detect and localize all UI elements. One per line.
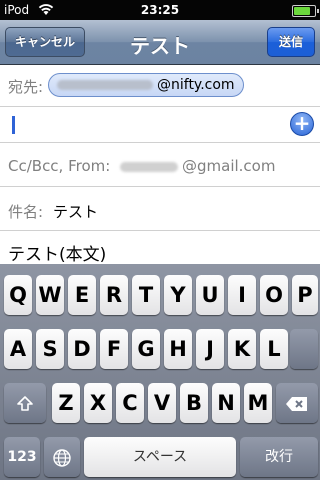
key-x[interactable]: X <box>84 383 112 423</box>
add-contact-icon[interactable]: + <box>290 112 314 136</box>
key-a[interactable]: A <box>4 329 32 369</box>
recipient-chip[interactable]: @nifty.com <box>48 73 244 97</box>
message-body[interactable]: テスト(本文) <box>8 240 106 265</box>
backspace-icon <box>285 383 309 423</box>
key-u[interactable]: U <box>196 275 224 315</box>
delete-key[interactable] <box>276 383 318 423</box>
key-z[interactable]: Z <box>52 383 80 423</box>
to-field-row[interactable]: 宛先: @nifty.com <box>0 65 320 107</box>
send-button[interactable]: 送信 <box>267 27 315 57</box>
from-value: @gmail.com <box>120 157 275 175</box>
navigation-bar: キャンセル テスト 送信 <box>0 20 320 65</box>
key-h[interactable]: H <box>164 329 192 369</box>
key-g[interactable]: G <box>132 329 160 369</box>
battery-icon <box>292 5 319 17</box>
key-t[interactable]: T <box>132 275 160 315</box>
subject-label: 件名: <box>8 203 44 221</box>
key-r[interactable]: R <box>100 275 128 315</box>
globe-key[interactable] <box>44 437 80 477</box>
subject-row[interactable]: 件名: テスト <box>0 187 320 231</box>
key-b[interactable]: B <box>180 383 208 423</box>
key-o[interactable]: O <box>260 275 288 315</box>
cc-bcc-from-row[interactable]: Cc/Bcc, From: @gmail.com <box>0 143 320 187</box>
shift-key[interactable] <box>4 383 46 423</box>
return-key[interactable]: 改行 <box>240 437 318 477</box>
numbers-key[interactable]: 123 <box>4 437 40 477</box>
key-n[interactable]: N <box>212 383 240 423</box>
shift-arrow-icon <box>16 383 34 423</box>
key-l[interactable]: L <box>260 329 288 369</box>
key-i[interactable]: I <box>228 275 256 315</box>
from-domain: @gmail.com <box>182 157 276 175</box>
key-d[interactable]: D <box>68 329 96 369</box>
key-v[interactable]: V <box>148 383 176 423</box>
key-m[interactable]: M <box>244 383 272 423</box>
to-input-row[interactable]: + <box>0 107 320 143</box>
text-cursor <box>12 116 15 134</box>
key-w[interactable]: W <box>36 275 64 315</box>
key-k[interactable]: K <box>228 329 256 369</box>
key-f[interactable]: F <box>100 329 128 369</box>
keyboard: Q W E R T Y U I O P A S D F G H J K L Z … <box>0 264 320 480</box>
key-y[interactable]: Y <box>164 275 192 315</box>
key-q[interactable]: Q <box>4 275 32 315</box>
key-e[interactable]: E <box>68 275 96 315</box>
clock: 23:25 <box>140 3 180 17</box>
subject-input[interactable]: テスト <box>53 201 98 222</box>
key-j[interactable]: J <box>196 329 224 369</box>
redacted-text <box>120 161 178 172</box>
key-s[interactable]: S <box>36 329 64 369</box>
status-bar: iPod 23:25 <box>0 0 320 20</box>
globe-icon <box>52 437 72 477</box>
redacted-text <box>57 80 153 90</box>
key-c[interactable]: C <box>116 383 144 423</box>
key-p[interactable]: P <box>292 275 318 315</box>
space-key[interactable]: スペース <box>84 437 236 477</box>
cc-bcc-from-label: Cc/Bcc, From: <box>8 157 111 175</box>
key-extra[interactable] <box>290 329 318 369</box>
to-label: 宛先: <box>8 78 44 96</box>
recipient-domain: @nifty.com <box>157 77 235 93</box>
